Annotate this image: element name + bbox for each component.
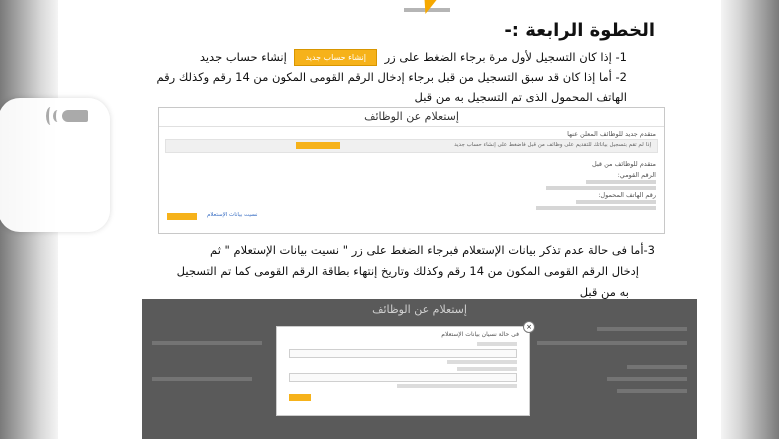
instruction-line-3c: به من قبل <box>579 285 629 299</box>
dark-line-3 <box>627 365 687 369</box>
dark-line-4 <box>607 377 687 381</box>
phone-label: رقم الهاتف المحمول: <box>598 191 656 199</box>
modal-hint-line-2 <box>397 384 517 388</box>
instruction-line-1: 1- إذا كان التسجيل لأول مرة برجاء الضغط … <box>200 49 627 66</box>
hint-line-4 <box>536 206 656 210</box>
speaker-body <box>62 110 88 122</box>
new-account-row: إذا لم تقم بتسجيل بياناتك للتقديم على وظ… <box>165 139 658 153</box>
modal-field-1 <box>289 349 517 358</box>
instruction-line-2b: الهاتف المحمول الذى تم التسجيل به من قبل <box>414 90 628 104</box>
speaker-wave-inner <box>53 110 62 122</box>
dark-line-2 <box>537 341 687 345</box>
new-account-button-image: إنشاء حساب جديد <box>294 49 377 66</box>
instruction-line-2a: 2- أما إذا كان قد سبق التسجيل من قبل برج… <box>156 70 628 84</box>
dark-line-1 <box>597 327 687 331</box>
instruction-line-3a: 3-أما فى حالة عدم تذكر بيانات الإستعلام … <box>210 243 655 257</box>
forgot-data-modal: × فى حالة نسيان بيانات الإستعلام <box>276 321 535 416</box>
instruction-line-3b: إدخال الرقم القومى المكون من 14 رقم وكذل… <box>176 264 639 278</box>
dark-line-7 <box>152 377 252 381</box>
right-shadow-edge <box>721 0 779 439</box>
forgot-data-screenshot: إستعلام عن الوظائف × فى حالة نسيان بيانا… <box>142 299 697 439</box>
speaker-icon[interactable] <box>44 104 94 130</box>
modal-field-2 <box>289 373 517 382</box>
document-page: الخطوة الرابعة :- 1- إذا كان التسجيل لأو… <box>58 0 721 439</box>
hint-line-1 <box>586 180 656 184</box>
dark-panel-title: إستعلام عن الوظائف <box>372 303 467 316</box>
forgot-data-link: نسيت بيانات الإستعلام <box>207 212 258 218</box>
inquiry-mini-button <box>167 213 197 220</box>
modal-label-line-2 <box>457 367 517 371</box>
logo <box>398 0 458 16</box>
dark-line-6 <box>152 341 262 345</box>
close-icon: × <box>523 321 535 333</box>
hint-line-2 <box>546 186 656 190</box>
new-account-mini-button <box>296 142 340 149</box>
national-id-label: الرقم القومي: <box>617 171 656 179</box>
step-title: الخطوة الرابعة :- <box>504 20 655 41</box>
modal-title: فى حالة نسيان بيانات الإستعلام <box>441 331 519 338</box>
inquiry-panel-screenshot: إستعلام عن الوظائف متقدم جديد للوظائف ال… <box>158 107 665 234</box>
new-account-row-text: إذا لم تقم بتسجيل بياناتك للتقديم على وظ… <box>454 142 651 148</box>
line1-prefix: 1- إذا كان التسجيل لأول مرة برجاء الضغط … <box>384 50 627 64</box>
new-applicant-heading: متقدم جديد للوظائف المعلن عنها <box>567 130 656 138</box>
modal-hint-line-1 <box>447 360 517 364</box>
modal-submit-mini-button <box>289 394 311 401</box>
line1-suffix: إنشاء حساب جديد <box>199 50 287 64</box>
modal-label-line-1 <box>477 342 517 346</box>
panel-title: إستعلام عن الوظائف <box>159 108 664 127</box>
dark-line-5 <box>617 389 687 393</box>
existing-applicant-heading: متقدم للوظائف من قبل <box>592 160 656 168</box>
hint-line-3 <box>576 200 656 204</box>
